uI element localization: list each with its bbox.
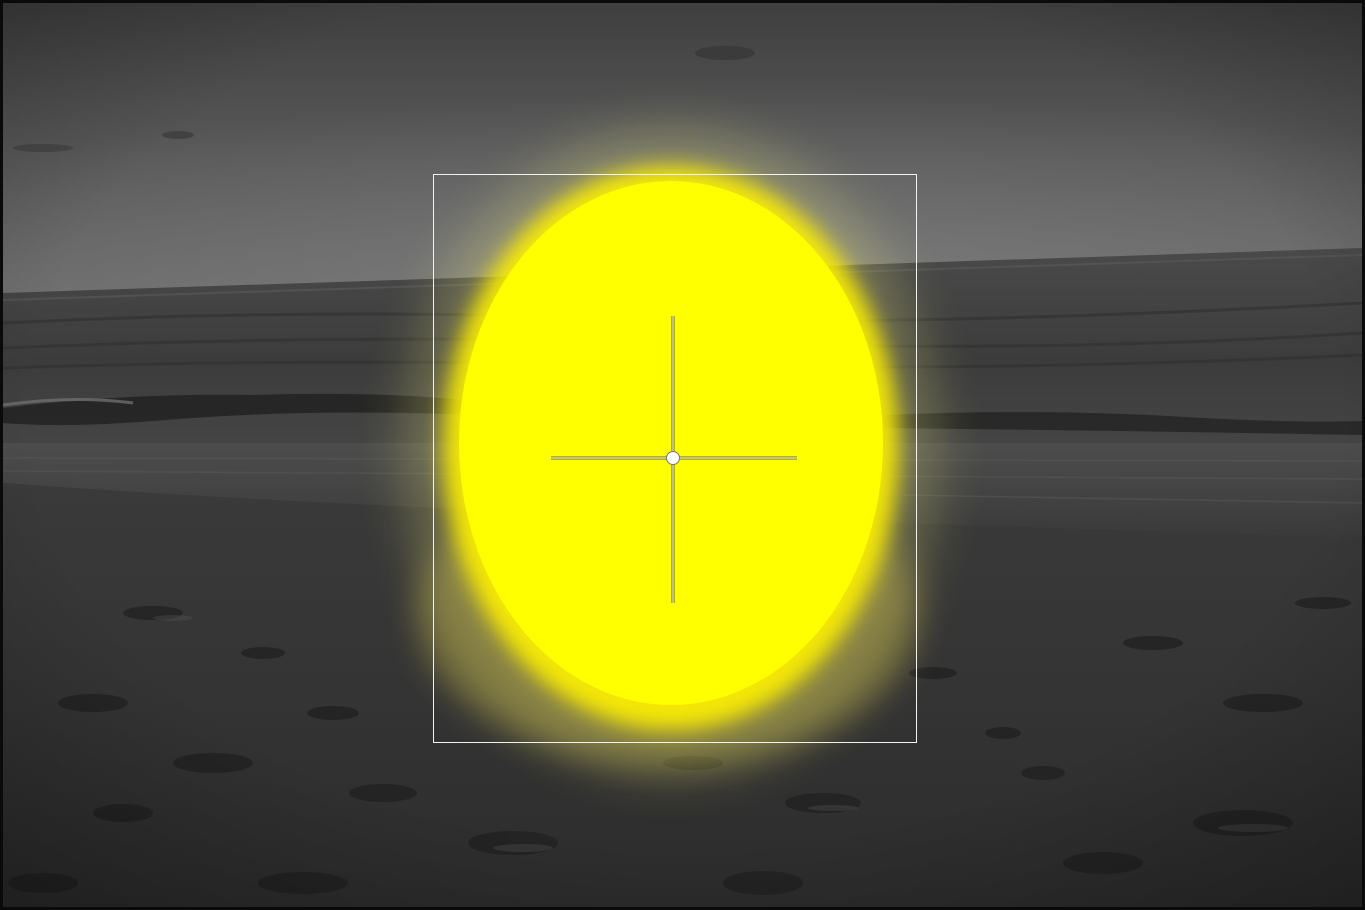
photo — [3, 3, 1362, 907]
viewer-canvas[interactable] — [0, 0, 1365, 910]
circle-handle-icon[interactable] — [666, 451, 680, 465]
